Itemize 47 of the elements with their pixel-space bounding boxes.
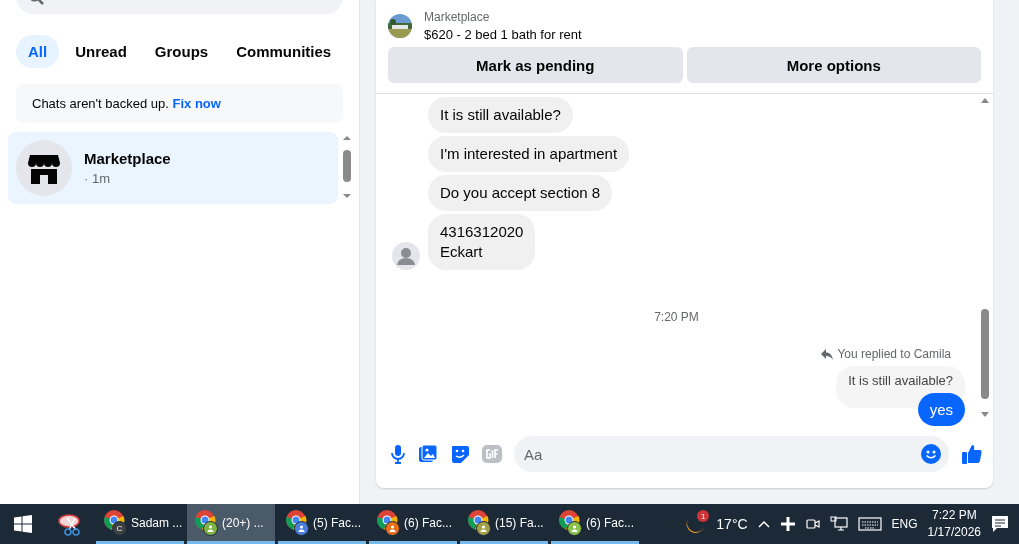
- taskbar-app[interactable]: (6) Fac...: [551, 504, 639, 544]
- notification-badge: 1: [697, 510, 710, 522]
- listing-title: $620 - 2 bed 1 bath for rent: [424, 27, 582, 42]
- taskbar-app[interactable]: (15) Fa...: [460, 504, 548, 544]
- filter-tab[interactable]: Communities: [224, 35, 344, 68]
- taskbar-app[interactable]: (6) Fac...: [369, 504, 457, 544]
- plus-icon[interactable]: [779, 516, 796, 532]
- windows-icon[interactable]: [14, 515, 32, 533]
- temperature: 17°C: [716, 516, 748, 532]
- filter-tab[interactable]: All: [16, 35, 60, 68]
- listing-source: Marketplace: [424, 10, 491, 24]
- sticker-icon[interactable]: [450, 444, 470, 464]
- filter-tab[interactable]: Groups: [142, 35, 221, 68]
- message-field[interactable]: Aa: [514, 436, 949, 472]
- taskbar-app[interactable]: (5) Fac...: [278, 504, 366, 544]
- backup-notice: Chats aren't backed up. Fix now: [16, 84, 343, 123]
- avatar-icon: [392, 242, 420, 270]
- keyboard-icon[interactable]: [857, 517, 882, 531]
- clock-time[interactable]: 7:22 PM: [931, 507, 977, 524]
- message-bubble: Do you accept section 8: [428, 175, 613, 211]
- chat-item[interactable]: Marketplace · 1m: [8, 132, 338, 204]
- message-bubble: It is still available?: [428, 97, 573, 133]
- message-bubble: I'm interested in apartment: [428, 136, 630, 172]
- chevron-up-icon[interactable]: [757, 520, 770, 528]
- message-bubble: yes: [917, 393, 965, 426]
- reply-note: You replied to Camila: [837, 347, 951, 361]
- chat-name: Marketplace: [84, 150, 171, 167]
- reply-icon: [821, 348, 834, 360]
- photo-icon[interactable]: [418, 444, 438, 464]
- profile-badge: C: [112, 521, 127, 536]
- network-icon[interactable]: [829, 516, 848, 532]
- fix-now-link[interactable]: Fix now: [172, 96, 221, 111]
- timestamp: 7:20 PM: [654, 310, 699, 324]
- chat-time: · 1m: [84, 171, 111, 186]
- clock-date[interactable]: 1/17/2026: [927, 524, 981, 541]
- quoted-message: It is still available?: [836, 366, 965, 408]
- language-indicator[interactable]: ENG: [891, 517, 918, 531]
- action-button[interactable]: More options: [686, 47, 981, 83]
- message-bubble: 4316312020 Eckart: [428, 214, 536, 270]
- microphone-icon[interactable]: [390, 444, 406, 464]
- filter-tab[interactable]: Unread: [63, 35, 139, 68]
- emoji-icon[interactable]: [921, 444, 941, 464]
- notifications-icon[interactable]: [991, 515, 1009, 533]
- action-button[interactable]: Mark as pending: [388, 47, 683, 83]
- thumbs-up-icon[interactable]: [961, 443, 983, 465]
- taskbar-app[interactable]: C Sadam ...: [96, 504, 184, 544]
- taskbar-app[interactable]: (20+) ...: [187, 504, 275, 544]
